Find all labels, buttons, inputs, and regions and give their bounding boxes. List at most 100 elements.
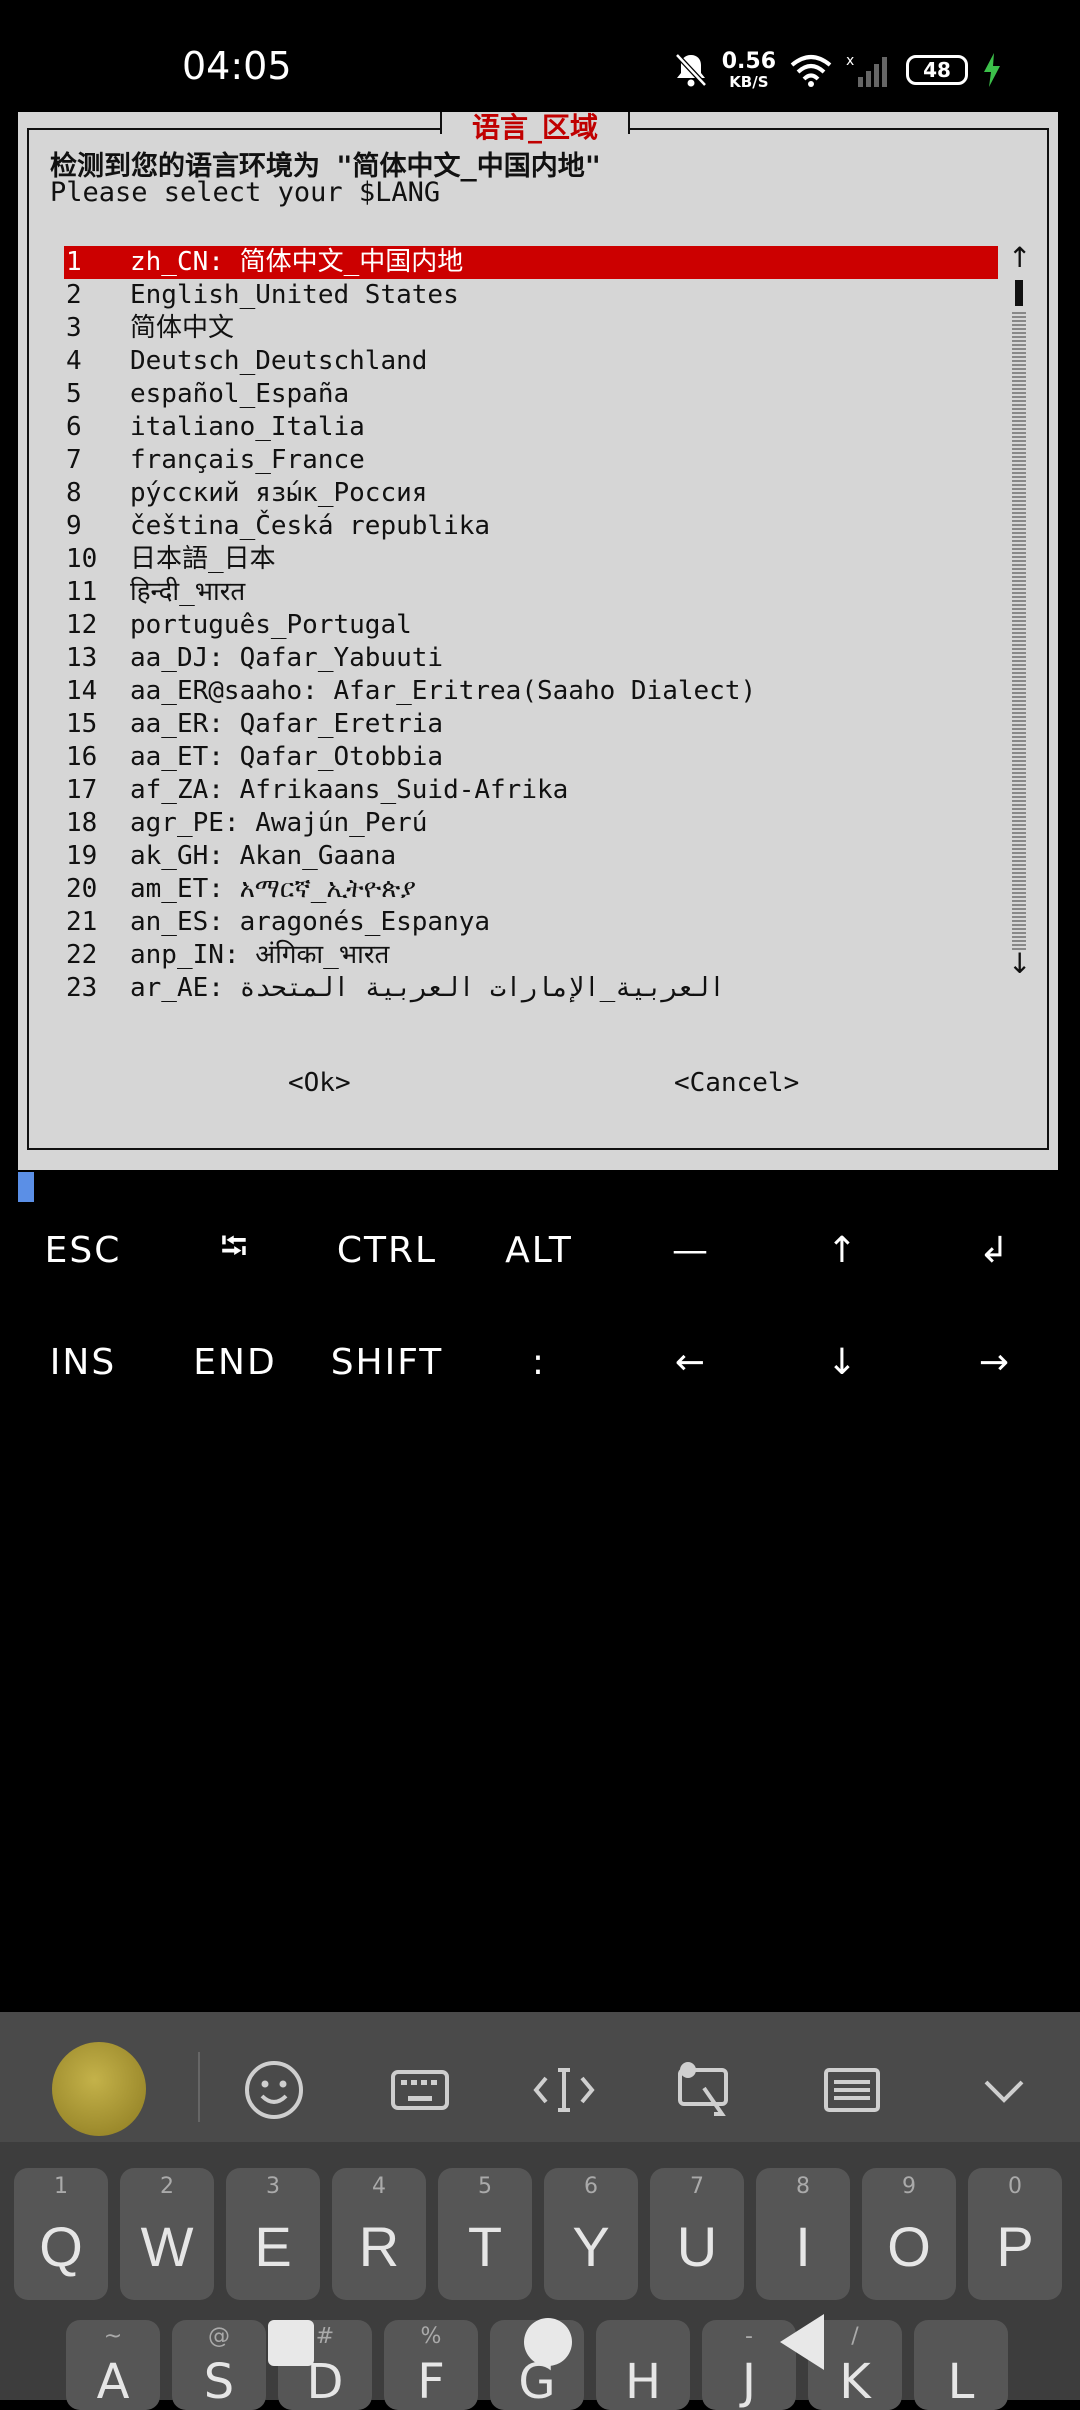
alt-key[interactable]: ALT bbox=[464, 1210, 614, 1290]
item-label: ру́сский язы́к_Россия bbox=[130, 478, 428, 508]
item-number: 22 bbox=[66, 940, 98, 970]
language-list[interactable]: 1 zh_CN: 简体中文_中国内地 2 English_United States… bbox=[64, 246, 998, 1005]
key-hint: 8 bbox=[796, 2174, 810, 2199]
key-label: W bbox=[140, 2215, 194, 2278]
key-hint: 6 bbox=[584, 2174, 598, 2199]
key-i[interactable]: 8I bbox=[756, 2168, 850, 2300]
ime-toolbar bbox=[0, 2012, 1080, 2142]
list-item[interactable]: 19 ak_GH: Akan_Gaana bbox=[64, 840, 998, 873]
item-label: zh_CN: 简体中文_中国内地 bbox=[130, 247, 464, 277]
ok-button[interactable]: <Ok> bbox=[288, 1068, 351, 1098]
list-item[interactable]: 18 agr_PE: Awajún_Perú bbox=[64, 807, 998, 840]
item-label: ak_GH: Akan_Gaana bbox=[130, 841, 397, 871]
item-label: English_United States bbox=[130, 280, 459, 310]
key-hint: 7 bbox=[690, 2174, 704, 2199]
key-e[interactable]: 3E bbox=[226, 2168, 320, 2300]
ins-key[interactable]: INS bbox=[8, 1322, 158, 1402]
list-item[interactable]: 10 日本語_日本 bbox=[64, 543, 998, 576]
wifi-icon bbox=[790, 55, 832, 87]
item-label: français_France bbox=[130, 445, 365, 475]
list-item[interactable]: 14 aa_ER@saaho: Afar_Eritrea(Saaho Dialec… bbox=[64, 675, 998, 708]
list-item[interactable]: 16 aa_ET: Qafar_Otobbia bbox=[64, 741, 998, 774]
emoji-icon[interactable] bbox=[242, 2058, 306, 2122]
scroll-track[interactable] bbox=[1012, 310, 1026, 950]
list-item[interactable]: 5 español_España bbox=[64, 378, 998, 411]
network-speed: 0.56 KB/S bbox=[721, 48, 776, 91]
list-item[interactable]: 4 Deutsch_Deutschland bbox=[64, 345, 998, 378]
colon-key[interactable]: : bbox=[464, 1322, 614, 1402]
tab-key[interactable]: ⭾ bbox=[160, 1210, 310, 1290]
cancel-button[interactable]: <Cancel> bbox=[674, 1068, 799, 1098]
list-item[interactable]: 13 aa_DJ: Qafar_Yabuuti bbox=[64, 642, 998, 675]
battery-icon: 48 bbox=[906, 55, 968, 85]
list-scrollbar[interactable]: ↑ ↓ bbox=[1008, 244, 1031, 998]
key-p[interactable]: 0P bbox=[968, 2168, 1062, 2300]
terminal-window[interactable]: 语言_区域 检测到您的语言环境为 "简体中文_中国内地" Please sele… bbox=[18, 112, 1058, 1170]
list-item[interactable]: 8 ру́сский язы́к_Россия bbox=[64, 477, 998, 510]
extra-keys-bar: ESC ⭾ CTRL ALT — ↑ ↲ INS END SHIFT : ← ↓… bbox=[0, 1210, 1080, 1440]
ctrl-key[interactable]: CTRL bbox=[312, 1210, 462, 1290]
list-item[interactable]: 17 af_ZA: Afrikaans_Suid-Afrika bbox=[64, 774, 998, 807]
list-item[interactable]: 3 简体中文 bbox=[64, 312, 998, 345]
list-item[interactable]: 6 italiano_Italia bbox=[64, 411, 998, 444]
charging-icon bbox=[984, 53, 1000, 87]
scroll-thumb[interactable] bbox=[1015, 280, 1023, 306]
key-u[interactable]: 7U bbox=[650, 2168, 744, 2300]
keyboard-icon[interactable] bbox=[388, 2058, 452, 2122]
list-item[interactable]: 22 anp_IN: अंगिका_भारत bbox=[64, 939, 998, 972]
list-item[interactable]: 15 aa_ER: Qafar_Eretria bbox=[64, 708, 998, 741]
list-item[interactable]: 12 português_Portugal bbox=[64, 609, 998, 642]
esc-key[interactable]: ESC bbox=[8, 1210, 158, 1290]
recents-icon[interactable] bbox=[268, 2320, 314, 2366]
dash-key[interactable]: — bbox=[616, 1210, 766, 1290]
shift-key[interactable]: SHIFT bbox=[312, 1322, 462, 1402]
key-hint: 5 bbox=[478, 2174, 492, 2199]
up-arrow-key[interactable]: ↑ bbox=[768, 1210, 918, 1290]
item-number: 1 bbox=[66, 247, 82, 277]
home-icon[interactable] bbox=[524, 2318, 572, 2366]
item-number: 23 bbox=[66, 973, 98, 1003]
chevron-down-icon[interactable] bbox=[972, 2058, 1036, 2122]
list-item[interactable]: 11 हिन्दी_भारत bbox=[64, 576, 998, 609]
key-hint: 4 bbox=[372, 2174, 386, 2199]
ime-logo-icon[interactable] bbox=[52, 2042, 146, 2136]
item-number: 11 bbox=[66, 577, 98, 607]
item-label: हिन्दी_भारत bbox=[130, 577, 246, 607]
list-item[interactable]: 7 français_France bbox=[64, 444, 998, 477]
key-y[interactable]: 6Y bbox=[544, 2168, 638, 2300]
scroll-down-icon[interactable]: ↓ bbox=[1008, 950, 1031, 978]
list-item[interactable]: 21 an_ES: aragonés_Espanya bbox=[64, 906, 998, 939]
item-number: 10 bbox=[66, 544, 98, 574]
key-label: P bbox=[996, 2215, 1034, 2278]
key-w[interactable]: 2W bbox=[120, 2168, 214, 2300]
key-label: U bbox=[676, 2215, 718, 2278]
item-label: af_ZA: Afrikaans_Suid-Afrika bbox=[130, 775, 569, 805]
item-number: 12 bbox=[66, 610, 98, 640]
key-t[interactable]: 5T bbox=[438, 2168, 532, 2300]
enter-key[interactable]: ↲ bbox=[920, 1210, 1070, 1290]
scroll-up-icon[interactable]: ↑ bbox=[1008, 244, 1031, 272]
key-r[interactable]: 4R bbox=[332, 2168, 426, 2300]
text-cursor-icon[interactable] bbox=[532, 2058, 596, 2122]
network-speed-value: 0.56 bbox=[721, 48, 776, 74]
network-speed-unit: KB/S bbox=[729, 72, 769, 91]
back-icon[interactable] bbox=[780, 2314, 824, 2370]
key-q[interactable]: 1Q bbox=[14, 2168, 108, 2300]
item-number: 13 bbox=[66, 643, 98, 673]
item-number: 14 bbox=[66, 676, 98, 706]
list-item[interactable]: 9 čeština_Česká republika bbox=[64, 510, 998, 543]
item-label: am_ET: አማርኛ_ኢትዮጵያ bbox=[130, 874, 417, 904]
key-o[interactable]: 9O bbox=[862, 2168, 956, 2300]
list-item[interactable]: 2 English_United States bbox=[64, 279, 998, 312]
item-number: 8 bbox=[66, 478, 82, 508]
left-arrow-key[interactable]: ← bbox=[616, 1322, 766, 1402]
list-item[interactable]: 23 ar_AE: العربية_الإمارات العربية المتحد… bbox=[64, 972, 998, 1005]
down-arrow-key[interactable]: ↓ bbox=[768, 1322, 918, 1402]
item-number: 16 bbox=[66, 742, 98, 772]
list-item[interactable]: 1 zh_CN: 简体中文_中国内地 bbox=[64, 246, 998, 279]
float-keyboard-icon[interactable] bbox=[820, 2058, 884, 2122]
end-key[interactable]: END bbox=[160, 1322, 310, 1402]
clipboard-icon[interactable] bbox=[674, 2058, 738, 2122]
list-item[interactable]: 20 am_ET: አማርኛ_ኢትዮጵያ bbox=[64, 873, 998, 906]
right-arrow-key[interactable]: → bbox=[920, 1322, 1070, 1402]
